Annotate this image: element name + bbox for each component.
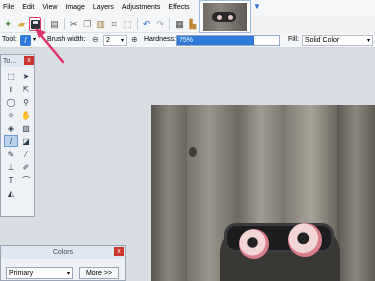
color-mode-select[interactable]: Primary ▾ (6, 267, 73, 279)
new-icon[interactable]: ✦ (2, 17, 14, 31)
clone-stamp-icon[interactable]: ⊥ (4, 161, 18, 173)
chevron-down-icon: ▾ (366, 38, 370, 44)
menu-layers[interactable]: Layers (89, 0, 118, 16)
move-selected-icon[interactable]: ⇱ (19, 83, 33, 95)
image-thumbnail-tab[interactable] (199, 0, 251, 33)
hardness-label: Hardness: (144, 36, 176, 43)
close-icon[interactable]: x (24, 56, 34, 65)
colors-window: Colors x Primary ▾ More >> (0, 245, 126, 281)
hardness-slider[interactable]: 75% (176, 35, 280, 46)
open-icon[interactable]: ▰ (15, 17, 27, 31)
toolbar-separator (169, 18, 171, 30)
more-colors-button[interactable]: More >> (79, 267, 119, 279)
thumbnail-eye-right (227, 14, 234, 21)
googly-eye-left (239, 229, 269, 259)
lasso-icon[interactable]: ℓ (4, 83, 18, 95)
hardness-value: 75% (179, 37, 194, 44)
copy-icon[interactable]: ❐ (81, 17, 93, 31)
paintbrush-icon[interactable]: / (4, 135, 18, 147)
save-button[interactable] (28, 17, 42, 31)
crop-icon[interactable]: ⌗ (108, 17, 120, 31)
main-toolbar: ✦ ▰ ▤ ✂ ❐ ▥ ⌗ ⬚ ↶ ↷ ▦ ▙ (0, 16, 199, 33)
googly-eye-right (288, 223, 322, 257)
fence-plank (151, 105, 187, 281)
tool-options-bar: Tool: / ▾ Brush width: ⊖ 2 ▾ ⊕ Hardness:… (0, 33, 375, 48)
brush-width-label: Brush width: (47, 36, 86, 43)
move-selection-icon[interactable]: ➤ (19, 70, 33, 82)
line-curve-icon[interactable]: ⌒ (19, 174, 33, 186)
menu-bar: File Edit View Image Layers Adjustments … (0, 0, 375, 16)
gradient-icon[interactable]: ▨ (19, 122, 33, 134)
grid-icon[interactable]: ▦ (173, 17, 185, 31)
menu-effects[interactable]: Effects (164, 0, 193, 16)
color-mode-value: Primary (9, 269, 34, 277)
cut-icon[interactable]: ✂ (68, 17, 80, 31)
color-picker-icon[interactable]: ⁄ (19, 148, 33, 160)
ruler-icon[interactable]: ▙ (187, 17, 199, 31)
save-icon (30, 19, 40, 29)
shapes-icon[interactable]: ◭ (4, 187, 18, 199)
recolor-icon[interactable]: ✐ (19, 161, 33, 173)
wood-knot (189, 147, 197, 157)
menu-file[interactable]: File (0, 0, 18, 16)
tools-grid: ⬚ ➤ ℓ ⇱ ◯ ⚲ ✧ ✋ ◈ ▨ / ◪ ✎ ⁄ ⊥ ✐ T ⌒ ◭ (4, 70, 33, 199)
brush-increase-icon[interactable]: ⊕ (131, 35, 138, 44)
toolbar-separator (44, 18, 46, 30)
menu-image[interactable]: Image (61, 0, 88, 16)
menu-edit[interactable]: Edit (18, 0, 38, 16)
deselect-icon[interactable]: ⬚ (121, 17, 133, 31)
image-list-arrow-icon[interactable]: ▼ (253, 2, 261, 11)
close-icon[interactable]: x (114, 247, 124, 256)
undo-icon[interactable]: ↶ (141, 17, 153, 31)
brush-width-input[interactable]: 2 ▾ (103, 35, 127, 46)
zoom-icon[interactable]: ⚲ (19, 96, 33, 108)
redo-icon[interactable]: ↷ (154, 17, 166, 31)
print-icon[interactable]: ▤ (48, 17, 60, 31)
paintbrush-tool-icon[interactable]: / (20, 35, 31, 46)
fence-plank (337, 105, 375, 281)
fill-value: Solid Color (305, 37, 340, 44)
rectangle-select-icon[interactable]: ⬚ (4, 70, 18, 82)
magic-wand-icon[interactable]: ✧ (4, 109, 18, 121)
toolbar-separator (136, 18, 138, 30)
menu-view[interactable]: View (38, 0, 61, 16)
brush-decrease-icon[interactable]: ⊖ (92, 35, 99, 44)
fill-select[interactable]: Solid Color ▾ (302, 35, 373, 46)
chevron-down-icon: ▾ (66, 270, 70, 277)
pan-icon[interactable]: ✋ (19, 109, 33, 121)
text-icon[interactable]: T (4, 174, 18, 186)
thumbnail-eye-left (216, 14, 223, 21)
eraser-icon[interactable]: ◪ (19, 135, 33, 147)
brush-width-value: 2 (106, 37, 110, 44)
pencil-icon[interactable]: ✎ (4, 148, 18, 160)
ellipse-select-icon[interactable]: ◯ (4, 96, 18, 108)
paint-bucket-icon[interactable]: ◈ (4, 122, 18, 134)
toolbar-separator (63, 18, 65, 30)
paste-icon[interactable]: ▥ (94, 17, 106, 31)
image-canvas[interactable] (151, 105, 375, 281)
tools-window: To... x ⬚ ➤ ℓ ⇱ ◯ ⚲ ✧ ✋ ◈ ▨ / ◪ ✎ ⁄ ⊥ ✐ … (0, 54, 35, 217)
fill-label: Fill: (288, 36, 299, 43)
tool-label: Tool: (2, 36, 17, 43)
colors-window-title[interactable]: Colors (1, 246, 125, 259)
menu-adjustments[interactable]: Adjustments (118, 0, 165, 16)
tool-dropdown-icon[interactable]: ▾ (33, 36, 36, 43)
chevron-down-icon: ▾ (120, 38, 124, 44)
